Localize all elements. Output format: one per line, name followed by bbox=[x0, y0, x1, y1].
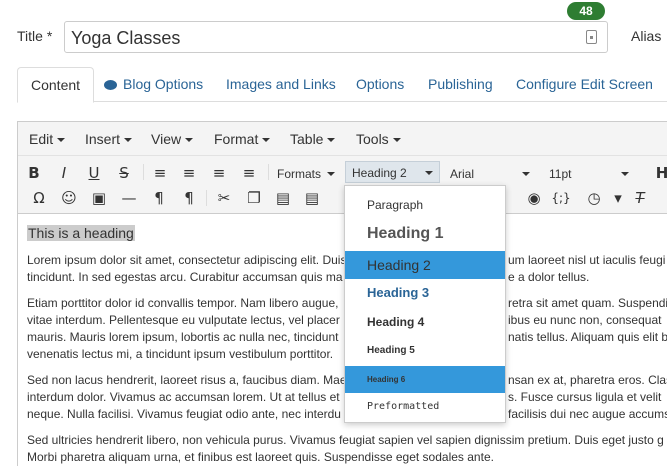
rich-text-editor: Edit Insert View Format Table Tools B I … bbox=[17, 121, 667, 467]
menu-format[interactable]: Format bbox=[214, 131, 271, 147]
chevron-down-icon bbox=[327, 172, 335, 176]
paragraph-line-right: ibus eu nunc non, consequat bbox=[508, 313, 662, 327]
clear-formatting-icon[interactable]: T bbox=[629, 188, 651, 208]
tab-bar: Content Blog Options Images and Links Op… bbox=[17, 67, 667, 103]
tab-content[interactable]: Content bbox=[17, 67, 95, 103]
strikethrough-icon[interactable]: S bbox=[113, 163, 135, 183]
menu-item-heading-4[interactable]: Heading 4 bbox=[345, 311, 505, 333]
heading-icon[interactable]: H bbox=[651, 163, 667, 183]
title-label: Title * bbox=[17, 28, 53, 44]
tab-options[interactable]: Options bbox=[343, 67, 417, 102]
alias-label: Alias bbox=[631, 28, 662, 44]
media-icon[interactable]: ▣ bbox=[88, 188, 110, 208]
tab-blog-options-label: Blog Options bbox=[123, 76, 204, 92]
menu-item-heading-5[interactable]: Heading 5 bbox=[345, 340, 505, 362]
menu-item-preformatted[interactable]: Preformatted bbox=[345, 397, 505, 417]
menu-item-heading-6[interactable]: Heading 6 bbox=[345, 366, 505, 393]
chevron-down-icon bbox=[57, 138, 66, 143]
font-family-select[interactable]: Arial bbox=[444, 163, 536, 185]
ltr-icon[interactable]: ¶ bbox=[148, 188, 170, 208]
tab-images-links[interactable]: Images and Links bbox=[213, 67, 349, 102]
paragraph-line-right: natis tellus. Aliquam quis elit b bbox=[508, 330, 667, 344]
chevron-down-icon bbox=[124, 138, 133, 143]
paragraph-line-right: e a dolor tellus. bbox=[508, 270, 590, 284]
paragraph-line: Sed ultricies hendrerit libero, non vehi… bbox=[27, 433, 664, 447]
menu-view[interactable]: View bbox=[151, 131, 194, 147]
char-count-badge: 48 bbox=[567, 2, 605, 20]
italic-icon[interactable]: I bbox=[53, 163, 75, 183]
menu-tools[interactable]: Tools bbox=[356, 131, 401, 147]
tab-blog-options[interactable]: Blog Options bbox=[91, 67, 216, 102]
align-right-icon[interactable]: ≡ bbox=[208, 163, 230, 183]
menu-edit[interactable]: Edit bbox=[29, 131, 66, 147]
formats-dropdown[interactable]: Formats bbox=[271, 163, 341, 185]
title-input[interactable]: Yoga Classes bbox=[64, 21, 608, 53]
bold-icon[interactable]: B bbox=[23, 163, 45, 183]
paragraph-line-right: retra sit amet quam. Suspendi bbox=[508, 296, 667, 310]
lock-icon[interactable] bbox=[586, 30, 597, 44]
content-heading: This is a heading bbox=[27, 225, 135, 241]
chevron-down-icon bbox=[621, 172, 629, 176]
paragraph-line-right: facilisis dui nec augue accums bbox=[508, 407, 667, 421]
menu-insert[interactable]: Insert bbox=[85, 131, 133, 147]
editor-toolbar: B I U S ≡ ≡ ≡ ≡ Formats Heading 2 Arial … bbox=[18, 156, 667, 214]
comments-icon bbox=[104, 80, 117, 90]
paste-icon[interactable]: ▤ bbox=[272, 188, 294, 208]
chevron-down-icon bbox=[522, 172, 530, 176]
menu-item-heading-3[interactable]: Heading 3 bbox=[345, 282, 505, 304]
paragraph-line: Morbi pharetra aliquam urna, et finibus … bbox=[27, 450, 494, 464]
paragraph-line-right: um laoreet nisl ut iaculis feugi bbox=[508, 253, 666, 267]
chevron-down-icon bbox=[327, 138, 336, 143]
chevron-down-icon bbox=[425, 171, 433, 175]
code-sample-icon[interactable]: {;} bbox=[550, 188, 572, 208]
font-size-select[interactable]: 11pt bbox=[543, 163, 635, 185]
paragraph-line-right: nsan ex at, pharetra eros. Clas bbox=[508, 373, 667, 387]
horizontal-rule-icon[interactable]: — bbox=[118, 188, 140, 208]
align-justify-icon[interactable]: ≡ bbox=[238, 163, 260, 183]
menu-item-paragraph[interactable]: Paragraph bbox=[345, 194, 505, 216]
menu-table[interactable]: Table bbox=[290, 131, 336, 147]
chevron-down-icon bbox=[392, 138, 401, 143]
align-left-icon[interactable]: ≡ bbox=[149, 163, 171, 183]
block-format-select[interactable]: Heading 2 bbox=[345, 161, 440, 183]
emoticons-icon[interactable]: ☺ bbox=[58, 188, 80, 208]
tab-configure-edit-screen[interactable]: Configure Edit Screen bbox=[503, 67, 666, 102]
chevron-down-icon[interactable]: ▾ bbox=[607, 188, 629, 208]
align-center-icon[interactable]: ≡ bbox=[178, 163, 200, 183]
preview-icon[interactable]: ◉ bbox=[523, 188, 545, 208]
alarm-icon[interactable]: ◷ bbox=[583, 188, 605, 208]
rtl-icon[interactable]: ¶ bbox=[178, 188, 200, 208]
special-char-icon[interactable]: Ω bbox=[28, 188, 50, 208]
title-value: Yoga Classes bbox=[71, 28, 181, 48]
underline-icon[interactable]: U bbox=[83, 163, 105, 183]
chevron-down-icon bbox=[262, 138, 271, 143]
cut-icon[interactable]: ✂ bbox=[213, 188, 235, 208]
block-format-menu: Paragraph Heading 1 Heading 2 Heading 3 … bbox=[344, 185, 506, 423]
chevron-down-icon bbox=[185, 138, 194, 143]
copy-icon[interactable]: ❐ bbox=[243, 188, 265, 208]
editor-content[interactable]: This is a heading Lorem ipsum dolor sit … bbox=[18, 214, 667, 467]
paragraph-line-right: s. Fusce cursus ligula et velit bbox=[508, 390, 662, 404]
menu-item-heading-2[interactable]: Heading 2 bbox=[345, 251, 505, 279]
menu-item-heading-1[interactable]: Heading 1 bbox=[345, 221, 505, 247]
tab-publishing[interactable]: Publishing bbox=[415, 67, 506, 102]
editor-menubar: Edit Insert View Format Table Tools bbox=[18, 122, 667, 156]
paste-text-icon[interactable]: ▤ bbox=[301, 188, 323, 208]
